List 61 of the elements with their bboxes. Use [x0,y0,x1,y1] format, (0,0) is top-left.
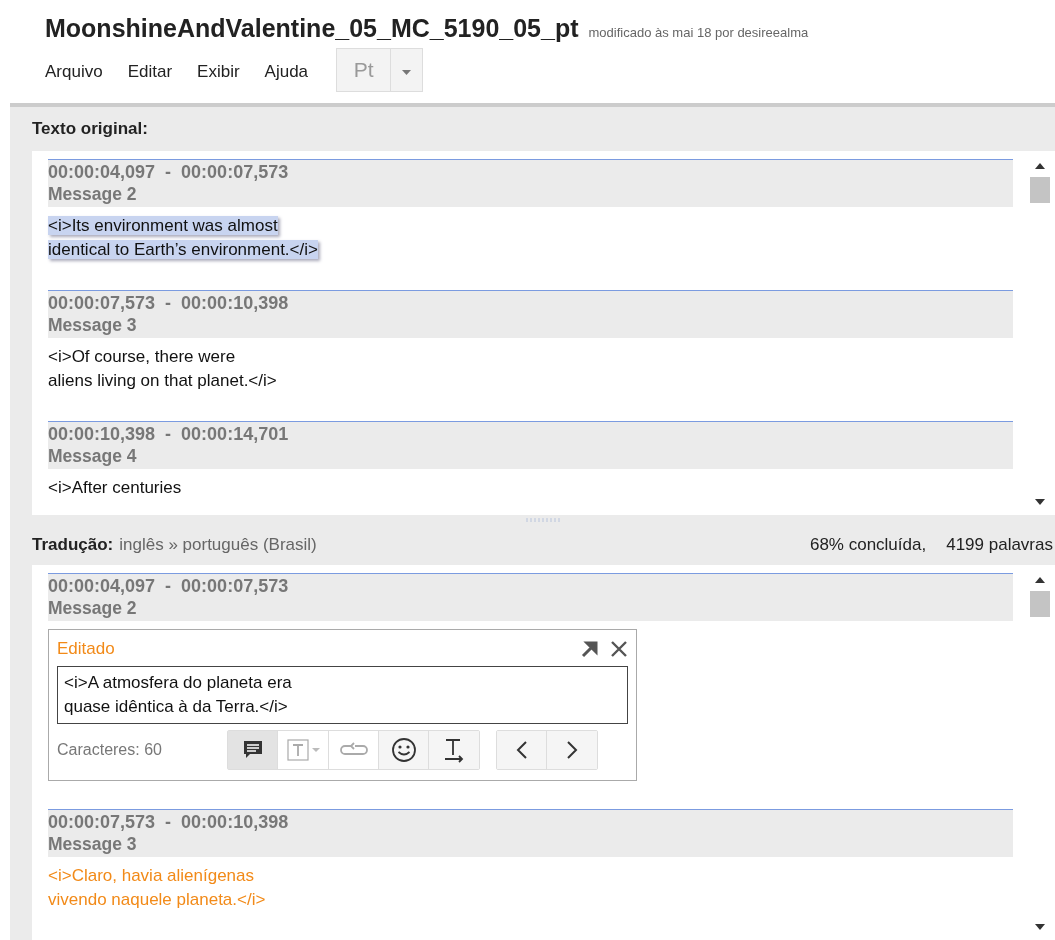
source-text-line: <i>After centuries [48,478,182,497]
end-time: 00:00:10,398 [181,293,289,314]
expand-icon[interactable] [580,639,600,659]
end-time: 00:00:14,701 [181,424,289,445]
modified-note: modificado às mai 18 por desireealma [588,25,809,40]
smiley-button[interactable] [379,731,429,769]
caret-icon [402,69,412,75]
loop-arrow-icon [338,742,369,758]
chevron-right-icon [566,740,578,760]
start-time: 00:00:10,398 [48,424,156,445]
segment-name: Message 3 [48,833,138,855]
document-title: MoonshineAndValentine_05_MC_5190_05_pt [45,14,579,43]
pane-heading: Tradução: [32,535,114,555]
scroll-down-icon[interactable] [1035,499,1045,505]
comment-button[interactable] [228,731,278,769]
time-separator: - [165,293,172,314]
start-time: 00:00:04,097 [48,576,156,597]
end-time: 00:00:07,573 [181,576,289,597]
speech-bubble-icon [242,740,263,760]
scroll-down-icon[interactable] [1035,924,1045,930]
end-time: 00:00:07,573 [181,162,289,183]
previous-button[interactable] [497,731,547,769]
smiley-icon [390,737,417,763]
language-pair: inglês » português (Brasil) [119,535,317,555]
caret-icon [312,748,320,752]
start-time: 00:00:04,097 [48,162,156,183]
scroll-thumb[interactable] [1030,177,1050,203]
translated-text-line: vivendo naquele planeta.</i> [48,890,266,909]
translated-text-line: <i>Claro, havia alienígenas [48,866,255,885]
segment-name: Message 4 [48,445,138,467]
menu-item[interactable]: Ajuda [264,62,309,82]
time-separator: - [165,576,172,597]
character-count: Caracteres: 60 [57,741,163,759]
segment-name: Message 3 [48,314,138,336]
progress-text: 68% concluída, [809,535,927,555]
pane-heading: Texto original: [32,119,148,139]
start-time: 00:00:07,573 [48,812,156,833]
text-box-icon [286,738,310,762]
time-separator: - [165,424,172,445]
format-button[interactable] [429,731,479,769]
next-button[interactable] [547,731,597,769]
text-format-icon [442,737,466,763]
source-text-line: <i>Of course, there were [48,347,236,366]
segment-name: Message 2 [48,597,138,619]
chevron-left-icon [515,740,528,760]
source-text-line: aliens living on that planet.</i> [48,371,277,390]
end-time: 00:00:10,398 [181,812,289,833]
menu-item[interactable]: Exibir [197,62,240,82]
word-count: 4199 palavras [946,535,1053,555]
time-separator: - [165,812,172,833]
scroll-up-icon[interactable] [1035,577,1045,583]
edit-status: Editado [57,639,116,659]
translation-input[interactable]: <i>A atmosfera do planeta era quase idêntica à da Terra.</i> [57,666,628,724]
close-icon[interactable] [610,640,628,658]
menu-item[interactable]: Arquivo [45,62,103,82]
segment-name: Message 2 [48,183,138,205]
scroll-thumb[interactable] [1030,591,1050,617]
start-time: 00:00:07,573 [48,293,156,314]
time-separator: - [165,162,172,183]
menu-item[interactable]: Editar [127,62,173,82]
scroll-up-icon[interactable] [1035,163,1045,169]
